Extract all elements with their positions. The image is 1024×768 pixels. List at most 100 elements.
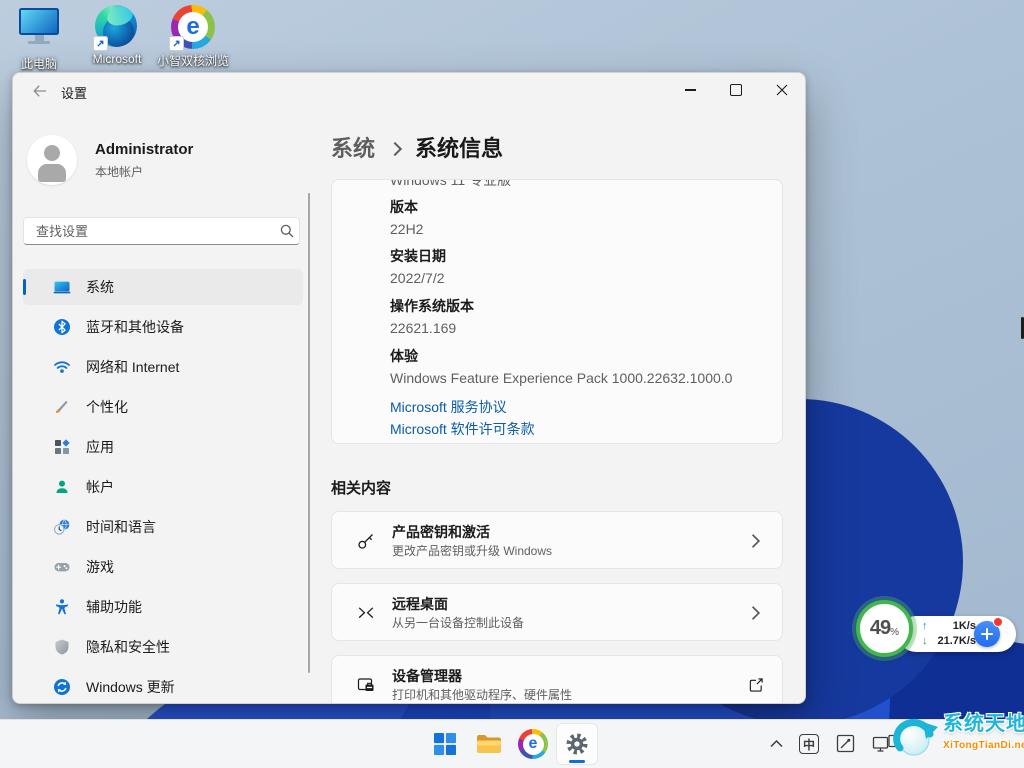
breadcrumb-parent[interactable]: 系统: [331, 131, 375, 163]
shortcut-arrow-icon: [93, 36, 108, 51]
page-title: 系统信息: [415, 131, 503, 163]
desktop-icon-this-pc[interactable]: 此电脑: [4, 8, 74, 72]
minimize-icon: [685, 89, 696, 91]
desktop-icon-label: Microsoft: [93, 52, 142, 66]
product-key-activation-row[interactable]: 产品密钥和激活 更改产品密钥或升级 Windows: [331, 511, 783, 569]
maximize-button[interactable]: [713, 73, 759, 107]
network-icon: [53, 358, 71, 376]
spec-label: 安装日期: [390, 246, 446, 266]
sidebar-item-label: 应用: [86, 437, 114, 457]
gaming-icon: [53, 558, 71, 576]
spec-value: 22H2: [390, 221, 423, 237]
upload-arrow-icon: ↑: [922, 620, 928, 632]
system-icon: [53, 278, 71, 296]
remote-desktop-icon: [356, 603, 376, 623]
usage-percent: 49: [870, 617, 890, 640]
sidebar-scrollbar[interactable]: [308, 193, 310, 673]
shortcut-arrow-icon: [169, 36, 184, 51]
active-app-indicator: [569, 760, 585, 763]
breadcrumb-chevron-icon: [388, 141, 402, 155]
xitongtiandi-logo-icon: [892, 712, 940, 762]
network-speed-pill[interactable]: ↑ 1K/s ↓ 21.7K/s: [898, 616, 1016, 652]
spec-value: 2022/7/2: [390, 270, 445, 286]
sidebar-item-system[interactable]: 系统: [23, 269, 303, 305]
maximize-icon: [730, 84, 742, 96]
key-icon: [356, 531, 376, 551]
user-account-type: 本地帐户: [95, 163, 143, 180]
sidebar-item-privacy-security[interactable]: 隐私和安全性: [23, 629, 303, 665]
search-input[interactable]: [23, 217, 300, 245]
xitongtiandi-watermark: 系统天地 XiTongTianDi.net: [892, 712, 1024, 762]
spec-value: Windows Feature Experience Pack 1000.226…: [390, 370, 732, 386]
browser-button[interactable]: e: [513, 724, 553, 764]
pen-touch-icon[interactable]: [836, 734, 855, 753]
windows-edition-clipped: Windows 11 专业版: [390, 179, 511, 190]
back-button[interactable]: [29, 81, 51, 101]
sidebar-item-label: 系统: [86, 277, 114, 297]
close-button[interactable]: [759, 73, 805, 107]
privacy-icon: [53, 638, 71, 656]
settings-taskbar-button[interactable]: [557, 724, 597, 764]
external-link-icon: [748, 677, 764, 693]
sidebar-item-apps[interactable]: 应用: [23, 429, 303, 465]
sidebar-item-label: 隐私和安全性: [86, 637, 170, 657]
sidebar-item-personalization[interactable]: 个性化: [23, 389, 303, 425]
sidebar-item-label: 蓝牙和其他设备: [86, 317, 184, 337]
desktop-icon-microsoft-edge[interactable]: Microsoft: [82, 5, 152, 66]
desktop-icon-label: 此电脑: [21, 55, 57, 72]
sidebar-item-network-internet[interactable]: 网络和 Internet: [23, 349, 303, 385]
desktop-icon-dual-core-browser[interactable]: e 小智双核浏览: [158, 5, 228, 69]
sidebar-item-time-language[interactable]: 时间和语言: [23, 509, 303, 545]
folder-icon: [476, 733, 502, 755]
bluetooth-icon: [53, 318, 71, 336]
taskbar: e: [0, 719, 1024, 768]
sidebar-item-gaming[interactable]: 游戏: [23, 549, 303, 585]
accounts-icon: [53, 478, 71, 496]
upload-value: 1K/s: [953, 620, 976, 632]
apps-icon: [53, 438, 71, 456]
sidebar-item-bluetooth-devices[interactable]: 蓝牙和其他设备: [23, 309, 303, 345]
microsoft-services-agreement-link[interactable]: Microsoft 服务协议: [390, 397, 507, 417]
download-value: 21.7K/s: [937, 635, 976, 647]
sidebar-item-label: 帐户: [86, 477, 114, 497]
sidebar-item-accounts[interactable]: 帐户: [23, 469, 303, 505]
cpu-usage-ring[interactable]: 49 %: [856, 600, 913, 657]
device-manager-row[interactable]: 设备管理器 打印机和其他驱动程序、硬件属性: [331, 655, 783, 704]
start-button[interactable]: [425, 724, 465, 764]
sidebar-item-label: Windows 更新: [86, 677, 175, 697]
sidebar-item-accessibility[interactable]: 辅助功能: [23, 589, 303, 625]
watermark-site: XiTongTianDi.net: [943, 740, 1024, 751]
accessibility-icon: [53, 598, 71, 616]
search-icon: [279, 223, 295, 239]
personalization-icon: [53, 398, 71, 416]
chevron-right-icon: [748, 533, 764, 549]
minimize-button[interactable]: [667, 73, 713, 107]
taskbar-overflow-chevron[interactable]: [768, 736, 785, 750]
desktop-screen: 此电脑 Microsoft e 小智双核浏览 设置: [0, 0, 1024, 768]
spec-label: 版本: [390, 197, 418, 217]
related-content-heading: 相关内容: [331, 477, 391, 498]
time-language-icon: [53, 518, 71, 536]
download-arrow-icon: ↓: [922, 635, 928, 647]
microsoft-software-license-link[interactable]: Microsoft 软件许可条款: [390, 419, 535, 439]
ime-indicator[interactable]: 中: [799, 734, 819, 754]
related-item-subtitle: 打印机和其他驱动程序、硬件属性: [392, 686, 572, 703]
user-avatar[interactable]: [27, 135, 77, 185]
usage-percent-sign: %: [890, 627, 899, 638]
sidebar-item-label: 网络和 Internet: [86, 357, 179, 377]
windows-update-icon: [53, 678, 71, 696]
desktop-icon-label: 小智双核浏览: [157, 52, 229, 69]
spec-label: 操作系统版本: [390, 296, 474, 316]
remote-desktop-row[interactable]: 远程桌面 从另一台设备控制此设备: [331, 583, 783, 641]
user-name: Administrator: [95, 141, 193, 158]
window-title: 设置: [61, 83, 87, 102]
related-item-subtitle: 从另一台设备控制此设备: [392, 614, 524, 631]
related-item-title: 设备管理器: [392, 666, 462, 686]
related-item-title: 远程桌面: [392, 594, 448, 614]
dual-core-browser-icon: e: [518, 729, 548, 759]
spec-value: 22621.169: [390, 320, 456, 336]
file-explorer-button[interactable]: [469, 724, 509, 764]
windows-spec-card: Windows 11 专业版 版本 22H2 安装日期 2022/7/2 操作系…: [331, 179, 783, 444]
upload-speed: ↑ 1K/s: [922, 620, 976, 632]
sidebar-item-windows-update[interactable]: Windows 更新: [23, 669, 303, 704]
